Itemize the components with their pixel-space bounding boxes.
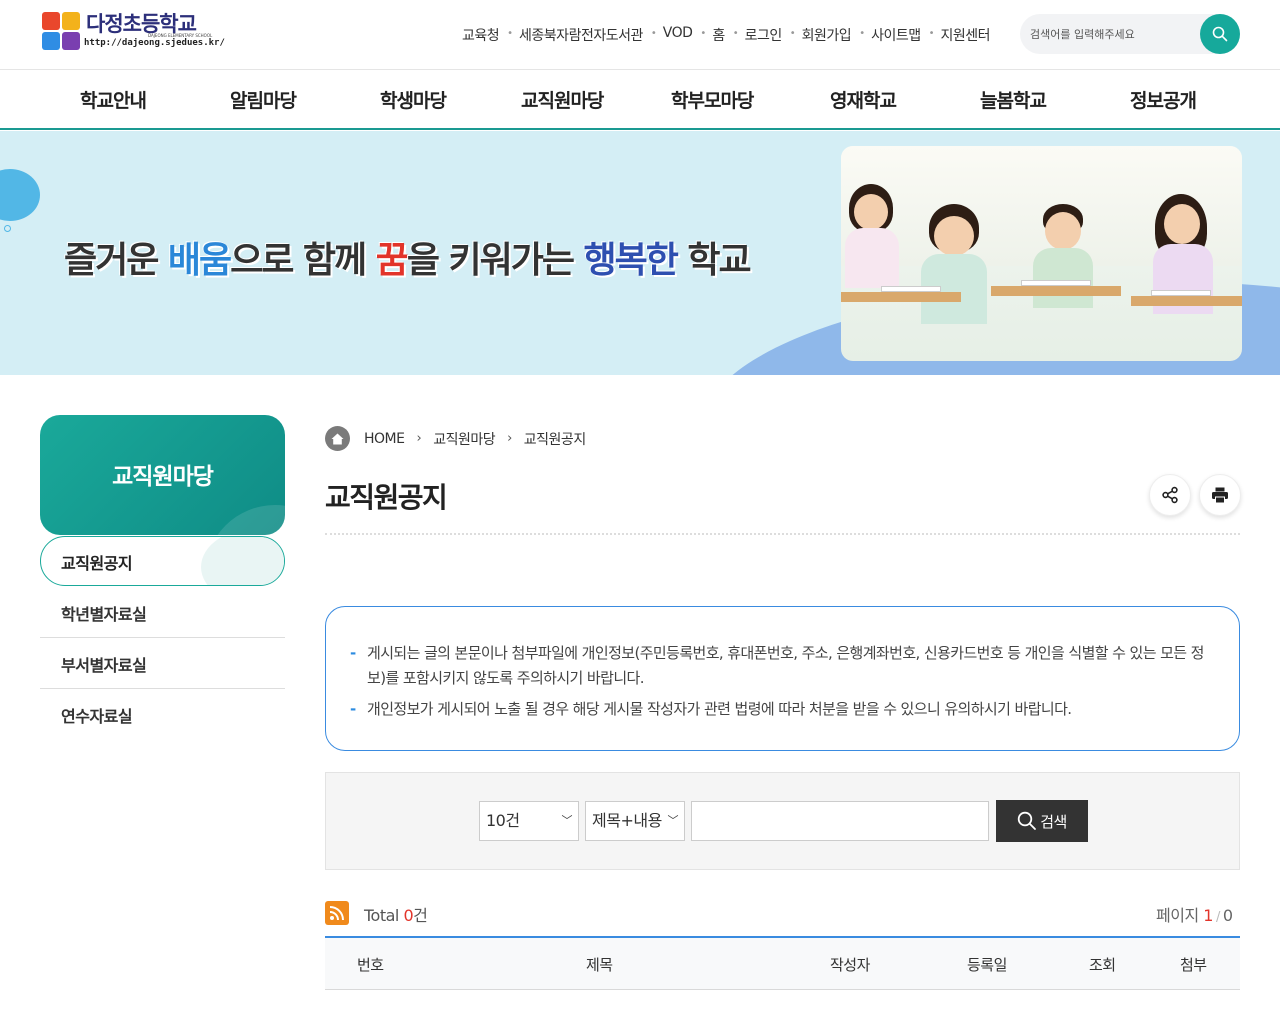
page-title: 교직원공지 xyxy=(325,481,448,514)
breadcrumb-home[interactable]: HOME xyxy=(364,431,405,447)
print-button[interactable] xyxy=(1199,474,1241,516)
lnb-item-grade-materials[interactable]: 학년별자료실 xyxy=(40,587,285,638)
separator-dot: • xyxy=(507,28,514,39)
field-select[interactable]: 제목+내용 ﹀ xyxy=(585,801,685,841)
chevron-right-icon: › xyxy=(416,431,422,446)
site-logo[interactable]: 다정초등학교 DAJEONG ELEMENTARY SCHOOL http://… xyxy=(40,10,225,52)
breadcrumb: HOME › 교직원마당 › 교직원공지 xyxy=(325,426,586,451)
banner-blob xyxy=(0,169,40,221)
share-icon xyxy=(1162,486,1178,504)
col-title: 제목 xyxy=(586,956,613,974)
chevron-right-icon: › xyxy=(507,431,512,446)
gnb-item-school-guide[interactable]: 학교안내 xyxy=(80,86,147,113)
col-views: 조회 xyxy=(1089,956,1116,974)
banner-dot xyxy=(4,225,11,232)
util-link-home[interactable]: 홈 xyxy=(712,25,725,45)
board-search-button[interactable]: 검색 xyxy=(996,800,1088,842)
util-link-vod[interactable]: VOD xyxy=(663,25,693,45)
count-select[interactable]: 10건 ﹀ xyxy=(479,801,579,841)
separator-dot: • xyxy=(789,28,796,39)
site-search-input[interactable] xyxy=(1030,14,1200,54)
gnb-item-parents[interactable]: 학부모마당 xyxy=(671,86,754,113)
gnb-item-students[interactable]: 학생마당 xyxy=(380,86,447,113)
logo-url: http://dajeong.sjedues.kr/ xyxy=(84,38,225,48)
logo-mark-icon xyxy=(40,10,82,52)
col-date: 등록일 xyxy=(967,956,1007,974)
util-link-office[interactable]: 교육청 xyxy=(462,25,500,45)
top-header: 다정초등학교 DAJEONG ELEMENTARY SCHOOL http://… xyxy=(0,0,1280,70)
main-navigation: 학교안내 알림마당 학생마당 교직원마당 학부모마당 영재학교 늘봄학교 정보공… xyxy=(0,71,1280,130)
site-search xyxy=(1020,14,1240,54)
separator-dot: • xyxy=(732,28,739,39)
col-author: 작성자 xyxy=(830,956,870,974)
separator-dot: • xyxy=(928,28,935,39)
site-search-button[interactable] xyxy=(1200,14,1240,54)
util-link-library[interactable]: 세종북자람전자도서관 xyxy=(519,25,643,45)
hero-banner: 즐거운 배움으로 함께 꿈을 키워가는 행복한 학교 xyxy=(0,131,1280,375)
gnb-item-afterschool[interactable]: 늘봄학교 xyxy=(980,86,1047,113)
share-button[interactable] xyxy=(1149,474,1191,516)
gnb-item-disclosure[interactable]: 정보공개 xyxy=(1130,86,1197,113)
gnb-item-notices[interactable]: 알림마당 xyxy=(230,86,297,113)
home-icon[interactable] xyxy=(325,426,350,451)
privacy-notice: 게시되는 글의 본문이나 첨부파일에 개인정보(주민등록번호, 휴대폰번호, 주… xyxy=(325,606,1240,751)
lnb-item-dept-materials[interactable]: 부서별자료실 xyxy=(40,638,285,689)
chevron-down-icon: ﹀ xyxy=(667,814,679,827)
total-count: Total 0건 xyxy=(364,906,428,925)
gnb-item-staff[interactable]: 교직원마당 xyxy=(521,86,604,113)
rss-icon[interactable] xyxy=(325,901,349,925)
search-icon xyxy=(1212,26,1228,42)
util-link-support[interactable]: 지원센터 xyxy=(941,25,991,45)
separator-dot: • xyxy=(859,28,866,39)
board-table-header: 번호 제목 작성자 등록일 조회 첨부 xyxy=(325,936,1240,990)
breadcrumb-current[interactable]: 교직원공지 xyxy=(524,429,586,449)
board-search-box: 10건 ﹀ 제목+내용 ﹀ 검색 xyxy=(325,772,1240,870)
lnb-item-training-materials[interactable]: 연수자료실 xyxy=(40,689,285,740)
separator-dot: • xyxy=(650,28,657,39)
util-link-join[interactable]: 회원가입 xyxy=(802,25,852,45)
banner-slogan: 즐거운 배움으로 함께 꿈을 키워가는 행복한 학교 xyxy=(64,240,752,281)
separator-dot: • xyxy=(700,28,707,39)
notice-line-2: 개인정보가 게시되어 노출 될 경우 해당 게시물 작성자가 관련 법령에 따라… xyxy=(350,697,1215,722)
title-divider xyxy=(325,533,1240,535)
utility-links: 교육청 • 세종북자람전자도서관 • VOD • 홈 • 로그인 • 회원가입 … xyxy=(462,25,991,45)
notice-line-1: 게시되는 글의 본문이나 첨부파일에 개인정보(주민등록번호, 휴대폰번호, 주… xyxy=(350,641,1215,691)
breadcrumb-section[interactable]: 교직원마당 xyxy=(433,429,495,449)
util-link-login[interactable]: 로그인 xyxy=(745,25,783,45)
lnb-item-staff-notice[interactable]: 교직원공지 xyxy=(40,536,285,586)
keyword-input[interactable] xyxy=(691,801,989,841)
col-attachment: 첨부 xyxy=(1180,956,1207,974)
col-number: 번호 xyxy=(357,956,384,974)
lnb-title: 교직원마당 xyxy=(40,415,285,535)
print-icon xyxy=(1212,487,1228,504)
page-indicator: 페이지 1/0 xyxy=(1156,906,1233,925)
chevron-down-icon: ﹀ xyxy=(561,814,573,827)
banner-photo xyxy=(841,146,1242,361)
util-link-sitemap[interactable]: 사이트맵 xyxy=(871,25,921,45)
search-icon xyxy=(1017,811,1037,830)
gnb-item-gifted[interactable]: 영재학교 xyxy=(830,86,897,113)
